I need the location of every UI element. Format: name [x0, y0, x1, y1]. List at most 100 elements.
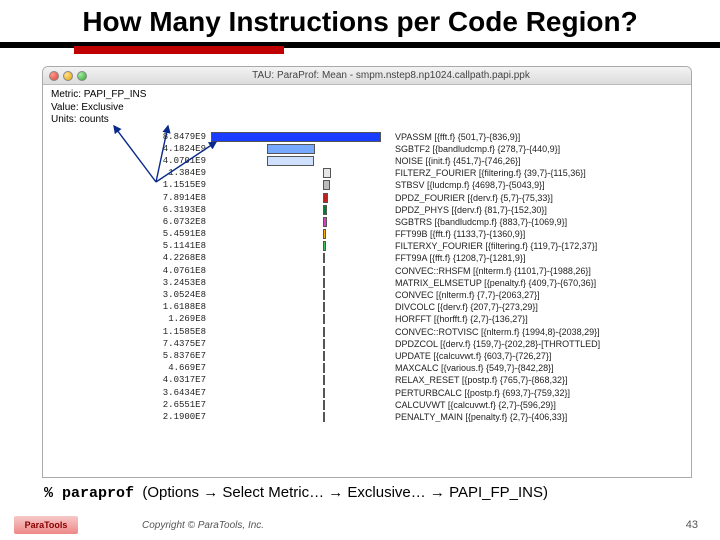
value-line: Value: Exclusive — [51, 102, 683, 115]
table-row[interactable]: 3.0524E8 CONVEC [{nlterm.f} {7,7}-{2063,2… — [43, 289, 691, 301]
minimize-icon[interactable] — [63, 71, 73, 81]
bar — [323, 168, 331, 178]
row-label: FFT99A [{fft.f} {1208,7}-{1281,9}] — [391, 253, 691, 263]
row-label: PERTURBCALC [{postp.f} {693,7}-{759,32}] — [391, 388, 691, 398]
row-value: 1.1515E9 — [43, 180, 211, 190]
footer: ParaTools Copyright © ParaTools, Inc. 43 — [0, 516, 720, 534]
bar — [323, 351, 325, 361]
bar — [323, 180, 330, 190]
row-label: DPDZ_FOURIER [{derv.f} {5,7}-{75,33}] — [391, 193, 691, 203]
row-label: FILTERZ_FOURIER [{filtering.f} {39,7}-{1… — [391, 168, 691, 178]
table-row[interactable]: 8.8479E9VPASSM [{fft.f} {501,7}-{836,9}] — [43, 131, 691, 143]
window-caption: TAU: ParaProf: Mean - smpm.nstep8.np1024… — [97, 70, 685, 81]
table-row[interactable]: 4.0317E7 RELAX_RESET [{postp.f} {765,7}-{… — [43, 374, 691, 386]
traffic-lights — [49, 71, 87, 81]
table-row[interactable]: 4.1824E9 SGBTF2 [{bandludcmp.f} {278,7}-{… — [43, 143, 691, 155]
row-value: 5.1141E8 — [43, 241, 211, 251]
row-label: DIVCOLC [{derv.f} {207,7}-{273,29}] — [391, 302, 691, 312]
zoom-icon[interactable] — [77, 71, 87, 81]
row-value: 7.4375E7 — [43, 339, 211, 349]
title-accent — [74, 46, 284, 54]
bar — [323, 290, 325, 300]
row-value: 3.6434E7 — [43, 388, 211, 398]
row-value: 1.384E9 — [43, 168, 211, 178]
table-row[interactable]: 4.0701E9 NOISE [{init.f} {451,7}-{746,26}… — [43, 155, 691, 167]
bar — [211, 132, 381, 142]
bar — [323, 205, 327, 215]
window-titlebar: TAU: ParaProf: Mean - smpm.nstep8.np1024… — [43, 67, 691, 85]
row-value: 8.8479E9 — [43, 132, 211, 142]
row-value: 2.6551E7 — [43, 400, 211, 410]
bar — [323, 302, 325, 312]
row-label: FILTERXY_FOURIER [{filtering.f} {119,7}-… — [391, 241, 691, 251]
row-label: CONVEC::RHSFM [{nlterm.f} {1101,7}-{1988… — [391, 266, 691, 276]
table-row[interactable]: 3.6434E7 PERTURBCALC [{postp.f} {693,7}-{… — [43, 386, 691, 398]
row-label: RELAX_RESET [{postp.f} {765,7}-{868,32}] — [391, 375, 691, 385]
table-row[interactable]: 6.0732E8 SGBTRS [{bandludcmp.f} {883,7}-{… — [43, 216, 691, 228]
row-label: DPDZCOL [{derv.f} {159,7}-{202,28}-[THRO… — [391, 339, 691, 349]
row-value: 1.1585E8 — [43, 327, 211, 337]
row-label: SGBTF2 [{bandludcmp.f} {278,7}-{440,9}] — [391, 144, 691, 154]
row-label: HORFFT [{horfft.f} {2,7}-{136,27}] — [391, 314, 691, 324]
row-value: 4.0317E7 — [43, 375, 211, 385]
bar — [323, 400, 325, 410]
row-value: 3.2453E8 — [43, 278, 211, 288]
row-value: 7.8914E8 — [43, 193, 211, 203]
bar — [267, 144, 315, 154]
bar — [323, 375, 325, 385]
row-value: 4.669E7 — [43, 363, 211, 373]
page-number: 43 — [686, 519, 698, 531]
row-label: MAXCALC [{various.f} {549,7}-{842,28}] — [391, 363, 691, 373]
row-label: CALCUVWT [{calcuvwt.f} {2,7}-{596,29}] — [391, 400, 691, 410]
units-line: Units: counts — [51, 114, 683, 127]
command-line: % paraprof (Options → Select Metric… → E… — [44, 484, 680, 502]
table-row[interactable]: 3.2453E8 MATRIX_ELMSETUP [{penalty.f} {40… — [43, 277, 691, 289]
close-icon[interactable] — [49, 71, 59, 81]
row-value: 6.0732E8 — [43, 217, 211, 227]
paratools-logo: ParaTools — [14, 516, 78, 534]
row-value: 4.2268E8 — [43, 253, 211, 263]
row-value: 4.1824E9 — [43, 144, 211, 154]
row-value: 2.1900E7 — [43, 412, 211, 422]
table-row[interactable]: 5.1141E8 FILTERXY_FOURIER [{filtering.f} … — [43, 240, 691, 252]
row-label: MATRIX_ELMSETUP [{penalty.f} {409,7}-{67… — [391, 278, 691, 288]
row-label: SGBTRS [{bandludcmp.f} {883,7}-{1069,9}] — [391, 217, 691, 227]
table-row[interactable]: 4.2268E8 FFT99A [{fft.f} {1208,7}-{1281,9… — [43, 252, 691, 264]
bar — [323, 327, 325, 337]
table-row[interactable]: 4.0761E8 CONVEC::RHSFM [{nlterm.f} {1101,… — [43, 265, 691, 277]
row-value: 5.8376E7 — [43, 351, 211, 361]
row-value: 1.6188E8 — [43, 302, 211, 312]
metric-meta: Metric: PAPI_FP_INS Value: Exclusive Uni… — [43, 85, 691, 129]
table-row[interactable]: 4.669E7 MAXCALC [{various.f} {549,7}-{842… — [43, 362, 691, 374]
table-row[interactable]: 2.1900E7 PENALTY_MAIN [{penalty.f} {2,7}-… — [43, 411, 691, 423]
table-row[interactable]: 1.6188E8 DIVCOLC [{derv.f} {207,7}-{273,2… — [43, 301, 691, 313]
table-row[interactable]: 5.4591E8FFT99B [{fft.f} {1133,7}-{1360,9… — [43, 228, 691, 240]
row-value: 4.0701E9 — [43, 156, 211, 166]
row-value: 1.269E8 — [43, 314, 211, 324]
row-value: 3.0524E8 — [43, 290, 211, 300]
row-value: 4.0761E8 — [43, 266, 211, 276]
table-row[interactable]: 6.3193E8DPDZ_PHYS [{derv.f} {81,7}-{152,… — [43, 204, 691, 216]
table-row[interactable]: 7.8914E8 DPDZ_FOURIER [{derv.f} {5,7}-{75… — [43, 191, 691, 203]
table-row[interactable]: 1.384E9 FILTERZ_FOURIER [{filtering.f} {3… — [43, 167, 691, 179]
metric-line: Metric: PAPI_FP_INS — [51, 89, 683, 102]
table-row[interactable]: 1.269E8 HORFFT [{horfft.f} {2,7}-{136,27}… — [43, 313, 691, 325]
row-label: FFT99B [{fft.f} {1133,7}-{1360,9}] — [391, 229, 691, 239]
bar — [323, 241, 326, 251]
table-row[interactable]: 1.1515E9STBSV [{ludcmp.f} {4698,7}-{5043… — [43, 179, 691, 191]
bar — [323, 193, 328, 203]
table-row[interactable]: 2.6551E7 CALCUVWT [{calcuvwt.f} {2,7}-{59… — [43, 399, 691, 411]
bar — [323, 388, 325, 398]
table-row[interactable]: 1.1585E8 CONVEC::ROTVISC [{nlterm.f} {199… — [43, 326, 691, 338]
bar — [323, 412, 325, 422]
table-row[interactable]: 7.4375E7 DPDZCOL [{derv.f} {159,7}-{202,2… — [43, 338, 691, 350]
bar — [323, 278, 325, 288]
row-label: CONVEC::ROTVISC [{nlterm.f} {1994,8}-{20… — [391, 327, 691, 337]
row-label: DPDZ_PHYS [{derv.f} {81,7}-{152,30}] — [391, 205, 691, 215]
bar — [323, 217, 327, 227]
table-row[interactable]: 5.8376E7UPDATE [{calcuvwt.f} {603,7}-{72… — [43, 350, 691, 362]
row-label: PENALTY_MAIN [{penalty.f} {2,7}-{406,33}… — [391, 412, 691, 422]
copyright: Copyright © ParaTools, Inc. — [142, 520, 264, 531]
row-label: NOISE [{init.f} {451,7}-{746,26}] — [391, 156, 691, 166]
row-label: CONVEC [{nlterm.f} {7,7}-{2063,27}] — [391, 290, 691, 300]
